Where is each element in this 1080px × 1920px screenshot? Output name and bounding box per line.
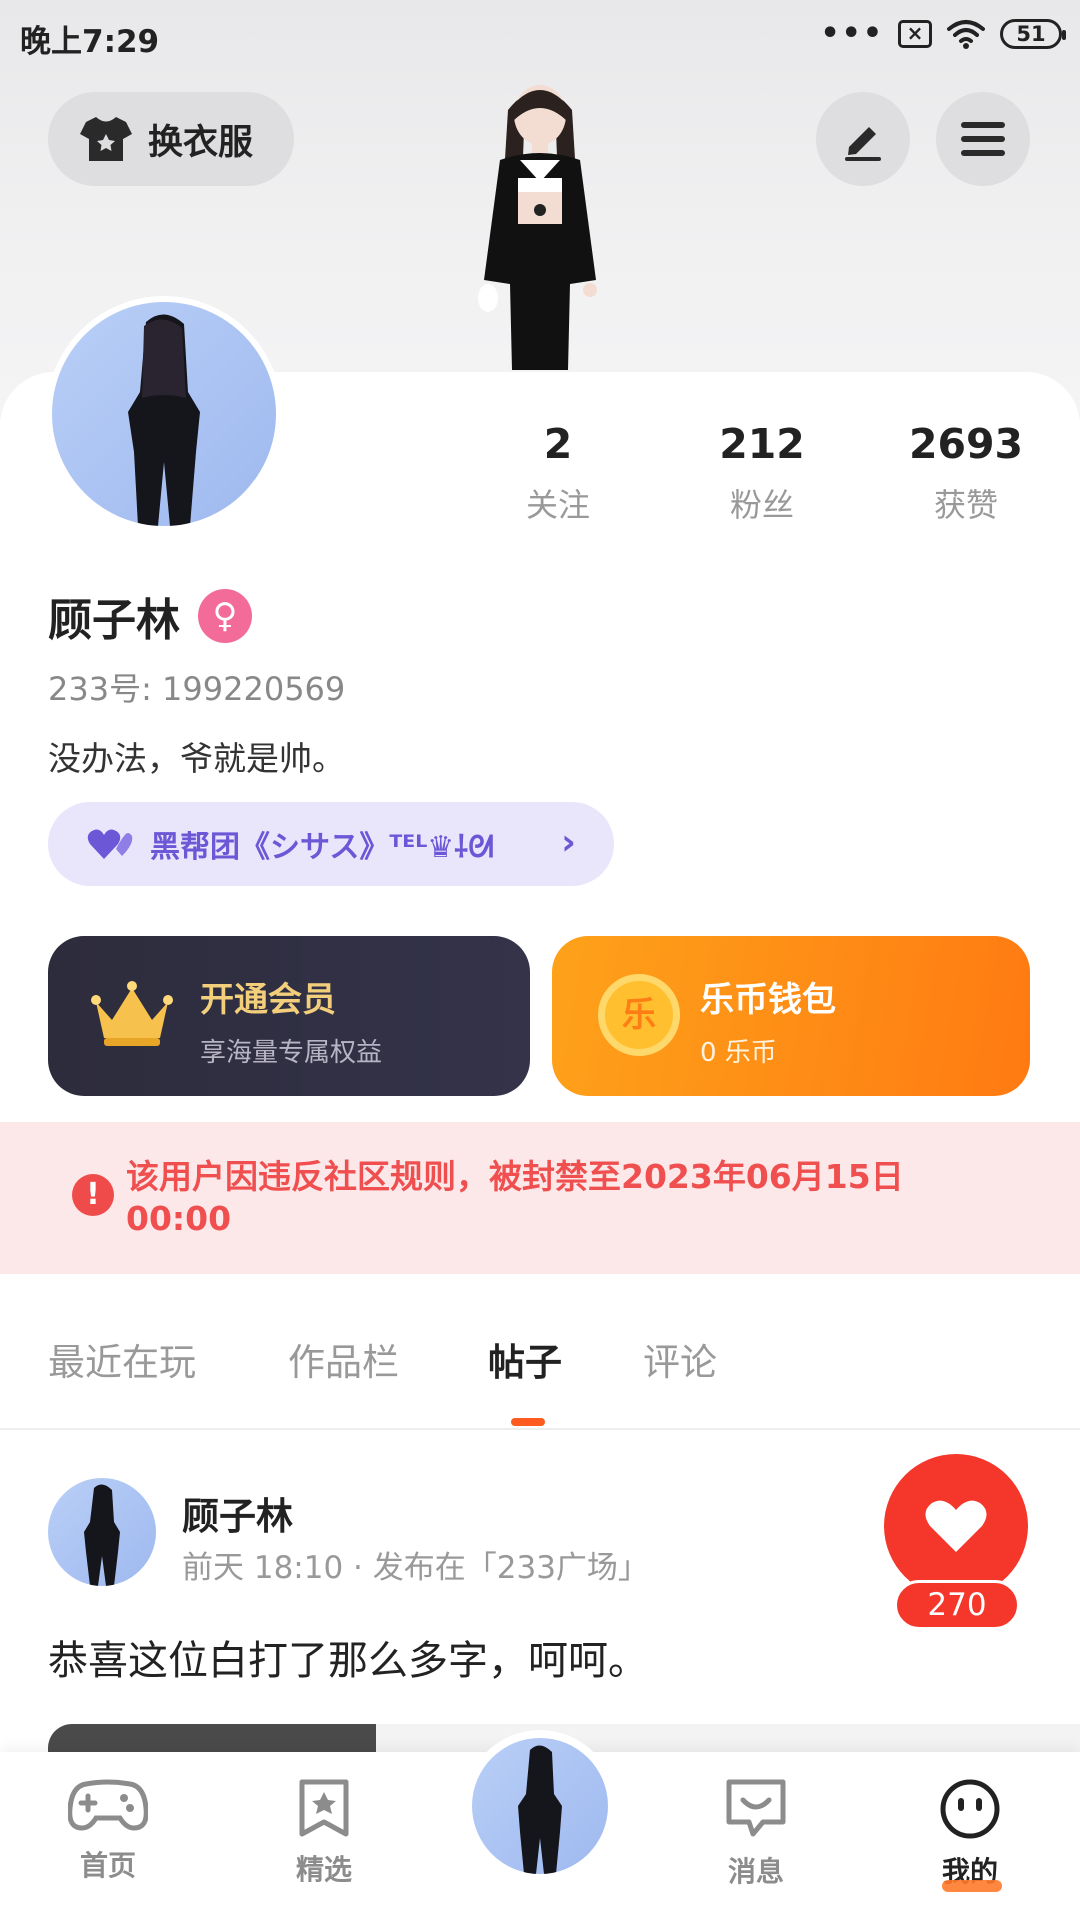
menu-button[interactable] [936, 92, 1030, 186]
smile-face-icon [940, 1779, 1000, 1839]
post-image-1[interactable] [48, 1724, 376, 1754]
nav-messages-label: 消息 [727, 1855, 784, 1888]
crown-icon [91, 981, 173, 1046]
no-sim-icon: × [898, 20, 932, 48]
tab-posts[interactable]: 帖子 [488, 1332, 562, 1386]
hearts-icon [87, 829, 133, 859]
star-bookmark-icon [299, 1779, 349, 1837]
nav-active-underline [942, 1880, 1002, 1892]
active-tab-indicator [511, 1418, 545, 1426]
avatar-character-figure[interactable] [420, 70, 660, 370]
stat-fans[interactable]: 212 粉丝 [672, 420, 852, 526]
nav-home-label: 首页 [79, 1849, 136, 1882]
wallet-balance: 0 乐币 [700, 1038, 777, 1068]
nav-messages[interactable]: 消息 [686, 1778, 826, 1890]
post-meta: 前天 18:10 · 发布在「233广场」 [182, 1550, 649, 1586]
tab-recently-played[interactable]: 最近在玩 [48, 1332, 196, 1386]
battery-indicator: 51 [1000, 19, 1066, 49]
pen-icon [845, 127, 881, 161]
wallet-title: 乐币钱包 [700, 980, 836, 1020]
likes-received-label: 获赞 [933, 486, 998, 524]
tab-comments[interactable]: 评论 [643, 1332, 717, 1386]
tab-works[interactable]: 作品栏 [288, 1332, 399, 1386]
warning-icon: ! [72, 1174, 114, 1216]
avatar-silhouette [128, 314, 200, 526]
like-button[interactable] [884, 1454, 1028, 1598]
nav-featured[interactable]: 精选 [254, 1778, 394, 1888]
status-bar: 晚上7:29 ••• × 51 [0, 0, 1080, 72]
nav-home[interactable]: 首页 [38, 1778, 178, 1884]
shirt-icon [80, 117, 132, 161]
ban-notice-text: 该用户因违反社区规则，被封禁至2023年06月15日 00:00 [126, 1157, 904, 1238]
group-badge-button[interactable]: 黑帮团《シサス》ᵀᴱᴸ♛⸸ᘛ › [48, 802, 614, 886]
female-gender-icon: ♀ [198, 589, 252, 643]
fans-label: 粉丝 [729, 486, 794, 524]
avatar-silhouette-small [84, 1484, 120, 1586]
chevron-right-icon: › [561, 822, 576, 863]
stat-likes[interactable]: 2693 获赞 [876, 420, 1056, 526]
vip-subtitle: 享海量专属权益 [200, 1038, 383, 1068]
fans-count: 212 [719, 420, 805, 468]
likes-received-count: 2693 [908, 420, 1024, 468]
gamepad-icon [67, 1779, 149, 1831]
nav-featured-label: 精选 [295, 1853, 352, 1886]
coin-icon: 乐 [598, 974, 680, 1056]
bottom-navigation: 首页 精选 消息 我的 [0, 1730, 1080, 1920]
like-count: 270 [894, 1580, 1020, 1630]
post-author-name[interactable]: 顾子林 [182, 1486, 293, 1540]
post-image-2[interactable] [376, 1724, 1080, 1754]
change-outfit-label: 换衣服 [148, 122, 254, 163]
post-author-avatar[interactable] [48, 1478, 156, 1586]
stat-following[interactable]: 2 关注 [468, 420, 648, 526]
name-row: 顾子林 ♀ [48, 584, 252, 648]
group-name: 黑帮团《シサス》ᵀᴱᴸ♛⸸ᘛ [150, 830, 494, 865]
wallet-card[interactable]: 乐 乐币钱包 0 乐币 [552, 936, 1030, 1096]
nav-me[interactable]: 我的 [900, 1778, 1040, 1890]
profile-avatar[interactable] [46, 296, 282, 532]
avatar-silhouette-nav [518, 1745, 562, 1874]
status-time: 晚上7:29 [20, 24, 160, 60]
status-icons: ••• × 51 [820, 16, 1066, 51]
user-id[interactable]: 233号: 199220569 [48, 664, 345, 710]
profile-bio: 没办法，爷就是帅。 [48, 739, 345, 778]
tabs-divider [0, 1428, 1080, 1430]
profile-name: 顾子林 [48, 595, 180, 646]
heart-icon [925, 1500, 987, 1552]
following-label: 关注 [525, 486, 590, 524]
edit-profile-button[interactable] [816, 92, 910, 186]
nav-center-avatar-button[interactable] [464, 1730, 616, 1882]
following-count: 2 [543, 420, 573, 468]
change-outfit-button[interactable]: 换衣服 [48, 92, 294, 186]
wifi-icon [947, 20, 985, 49]
vip-membership-card[interactable]: 开通会员 享海量专属权益 [48, 936, 530, 1096]
message-icon [726, 1779, 786, 1837]
more-dots-icon: ••• [820, 16, 884, 51]
vip-title: 开通会员 [200, 980, 336, 1020]
menu-icon [961, 122, 1005, 156]
post-text[interactable]: 恭喜这位白打了那么多字，呵呵。 [48, 1628, 648, 1686]
